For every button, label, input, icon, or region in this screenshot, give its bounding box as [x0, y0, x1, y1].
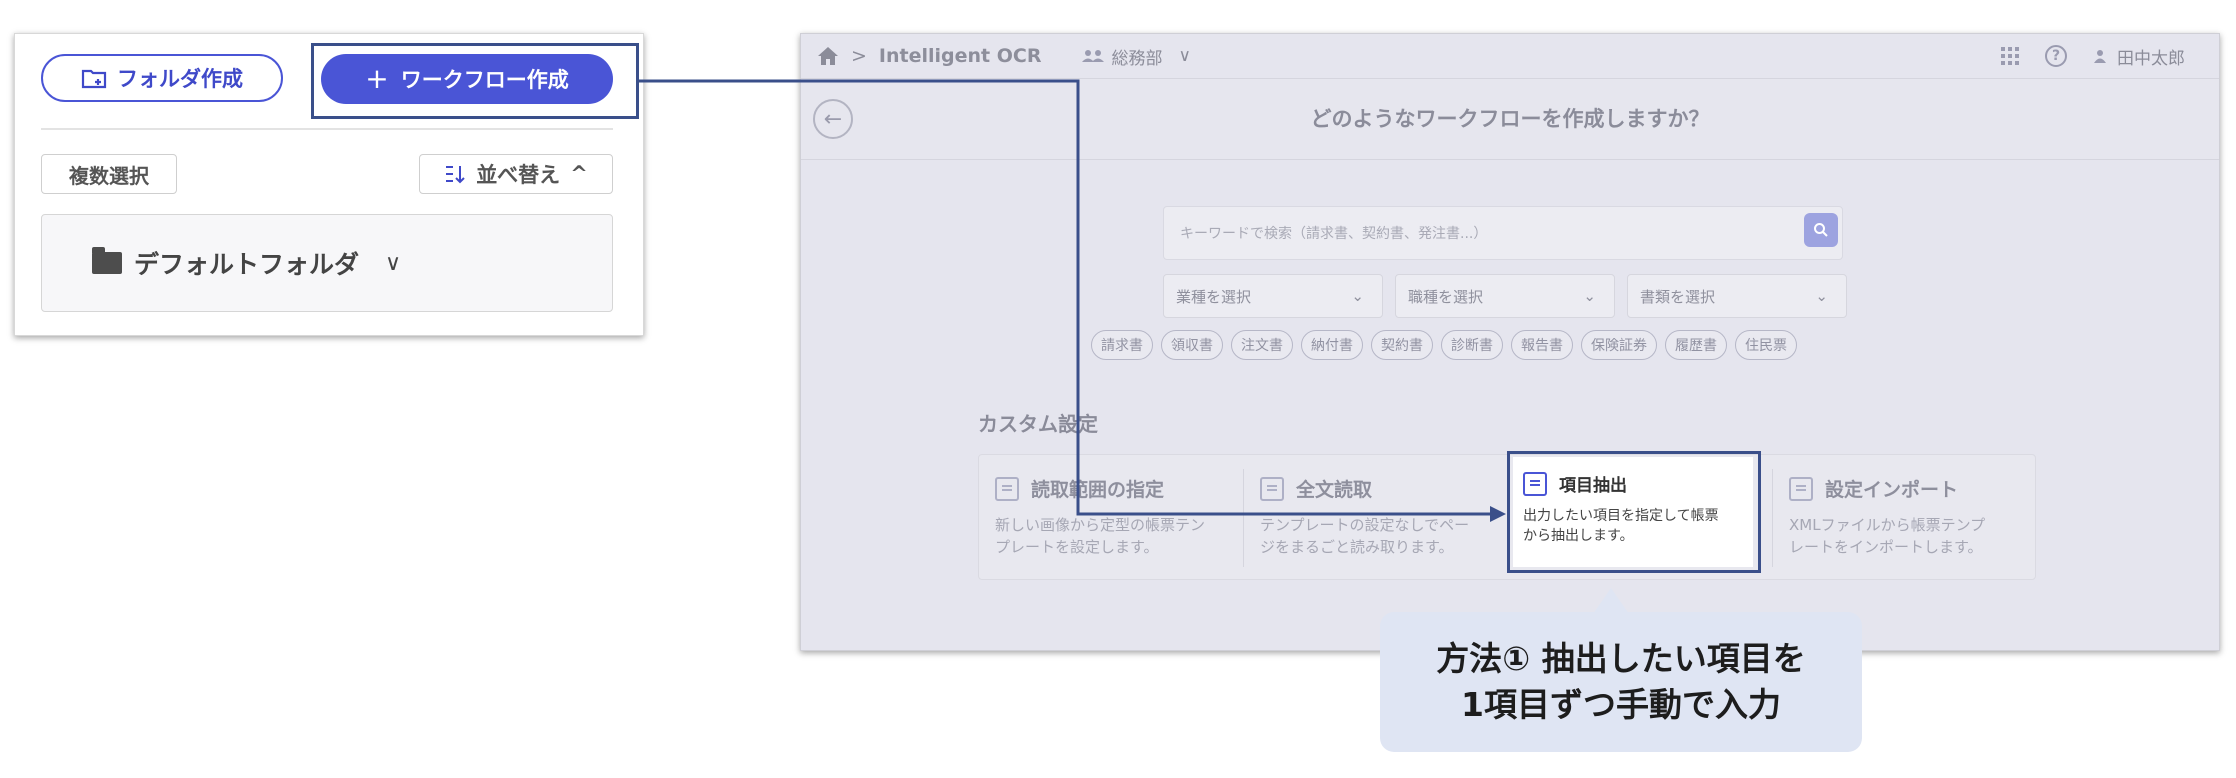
chevron-down-icon: ⌄: [1815, 287, 1828, 305]
document-text-icon: [1260, 476, 1284, 501]
breadcrumb-separator: >: [851, 45, 867, 67]
sort-label: 並べ替え: [476, 163, 561, 187]
search-button[interactable]: [1804, 213, 1838, 247]
top-bar-actions: ? 田中太郎: [2001, 34, 2185, 78]
card-description: テンプレートの設定なしでペー: [1260, 516, 1470, 534]
job-type-select[interactable]: 職種を選択 ⌄: [1395, 274, 1615, 318]
custom-settings-title: カスタム設定: [978, 412, 1098, 436]
industry-select-label: 業種を選択: [1176, 287, 1252, 306]
home-icon[interactable]: [817, 46, 839, 66]
tag-chip[interactable]: 納付書: [1301, 330, 1363, 360]
chevron-down-icon: ∨: [1178, 46, 1191, 66]
user-menu[interactable]: 田中太郎: [2093, 44, 2185, 69]
search-icon: [1814, 223, 1828, 237]
create-folder-button[interactable]: フォルダ作成: [41, 54, 283, 102]
multi-select-label: 複数選択: [69, 163, 149, 188]
tag-chip[interactable]: 履歴書: [1665, 330, 1727, 360]
create-folder-label: フォルダ作成: [117, 67, 243, 91]
document-type-select-label: 書類を選択: [1640, 287, 1716, 306]
folder-icon: [92, 247, 122, 274]
tag-chip[interactable]: 注文書: [1231, 330, 1293, 360]
tag-chip[interactable]: 請求書: [1091, 330, 1153, 360]
workflow-button-highlight-frame: [311, 43, 639, 119]
callout-line: 方法① 抽出したい項目を: [1436, 639, 1806, 678]
folder-add-icon: [81, 69, 107, 89]
callout-line: 1項目ずつ手動で入力: [1461, 685, 1781, 724]
job-type-select-label: 職種を選択: [1408, 287, 1484, 306]
tag-chip[interactable]: 報告書: [1511, 330, 1573, 360]
tag-chip[interactable]: 保険証券: [1581, 330, 1657, 360]
group-icon: [1082, 50, 1105, 62]
card-description: 新しい画像から定型の帳票テン: [995, 516, 1206, 534]
card-title: 設定インポート: [1825, 479, 1959, 501]
department-selector[interactable]: 総務部 ∨: [1081, 44, 1191, 69]
search-input[interactable]: キーワードで検索（請求書、契約書、発注書...）: [1163, 206, 1843, 260]
tag-chip[interactable]: 領収書: [1161, 330, 1223, 360]
card-description: ジをまるごと読み取ります。: [1260, 538, 1454, 556]
apps-grid-icon[interactable]: [2001, 47, 2019, 65]
page-header: ← どのようなワークフローを作成しますか？: [801, 78, 2219, 160]
card-description: XMLファイルから帳票テンプ: [1789, 516, 1986, 534]
chevron-down-icon[interactable]: ∨: [385, 251, 401, 276]
card-title: 全文読取: [1296, 479, 1373, 501]
sort-icon: [446, 166, 465, 184]
chevron-down-icon: ⌄: [1351, 287, 1364, 305]
help-icon[interactable]: ?: [2045, 45, 2067, 67]
industry-select[interactable]: 業種を選択 ⌄: [1163, 274, 1383, 318]
folder-list: デフォルトフォルダ ∨: [41, 214, 613, 312]
tag-chip[interactable]: 住民票: [1735, 330, 1797, 360]
folder-name: デフォルトフォルダ: [134, 250, 360, 279]
card-settings-import[interactable]: 設定インポート XMLファイルから帳票テンプ レートをインポートします。: [1773, 455, 2037, 581]
card-full-text-read[interactable]: 全文読取 テンプレートの設定なしでペー ジをまるごと読み取ります。: [1244, 455, 1508, 581]
tag-chip[interactable]: 診断書: [1441, 330, 1503, 360]
page-title: どのようなワークフローを作成しますか？: [1310, 107, 1710, 131]
card-read-area[interactable]: 読取範囲の指定 新しい画像から定型の帳票テン プレートを設定します。: [979, 455, 1243, 581]
field-extraction-highlight-frame: [1507, 451, 1761, 573]
app-name[interactable]: Intelligent OCR: [879, 45, 1042, 67]
divider: [41, 128, 613, 130]
tag-chip[interactable]: 契約書: [1371, 330, 1433, 360]
document-tag-list: 請求書 領収書 注文書 納付書 契約書 診断書 報告書 保険証券 履歴書 住民票: [1091, 330, 1797, 360]
card-description: レートをインポートします。: [1789, 538, 1983, 556]
folder-item-default[interactable]: デフォルトフォルダ ∨: [92, 245, 401, 281]
read-area-icon: [995, 476, 1019, 501]
department-name: 総務部: [1111, 48, 1163, 69]
callout-pointer: [1593, 588, 1629, 614]
sort-button[interactable]: 並べ替え ^: [419, 154, 613, 194]
import-icon: [1789, 476, 1813, 501]
workflow-list-panel: フォルダ作成 + ワークフロー作成 複数選択 並べ替え ^ デフォルトフォルダ …: [14, 33, 644, 336]
user-name: 田中太郎: [2117, 48, 2185, 69]
workflow-creation-screen: > Intelligent OCR 総務部 ∨ ? 田中太郎 ← どのようなワー…: [800, 33, 2220, 651]
chevron-down-icon: ⌄: [1583, 287, 1596, 305]
document-type-select[interactable]: 書類を選択 ⌄: [1627, 274, 1847, 318]
method-callout: 方法① 抽出したい項目を 1項目ずつ手動で入力: [1380, 612, 1862, 752]
chevron-up-icon: ^: [570, 162, 588, 186]
card-title: 読取範囲の指定: [1031, 479, 1165, 501]
multi-select-button[interactable]: 複数選択: [41, 154, 177, 194]
user-icon: [2094, 50, 2106, 63]
card-description: プレートを設定します。: [995, 538, 1159, 556]
